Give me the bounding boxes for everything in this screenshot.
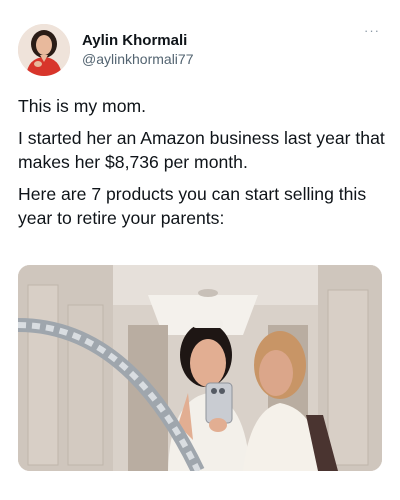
tweet-header: Aylin Khormali @aylinkhormali77 ··· — [18, 24, 382, 78]
tweet-text: This is my mom. I started her an Amazon … — [18, 94, 388, 238]
tweet: Aylin Khormali @aylinkhormali77 ··· This… — [0, 0, 400, 500]
tweet-paragraph: Here are 7 products you can start sellin… — [18, 184, 367, 228]
display-name[interactable]: Aylin Khormali — [82, 31, 193, 50]
tweet-paragraph: I started her an Amazon business last ye… — [18, 128, 385, 172]
more-options-icon[interactable]: ··· — [364, 24, 380, 38]
mirror-selfie-photo — [18, 265, 382, 471]
tweet-photo[interactable] — [18, 265, 382, 471]
tweet-paragraph: This is my mom. — [18, 96, 147, 116]
avatar[interactable] — [18, 24, 70, 76]
author-names: Aylin Khormali @aylinkhormali77 — [82, 31, 193, 69]
user-handle[interactable]: @aylinkhormali77 — [82, 50, 193, 69]
avatar-photo — [18, 24, 70, 76]
